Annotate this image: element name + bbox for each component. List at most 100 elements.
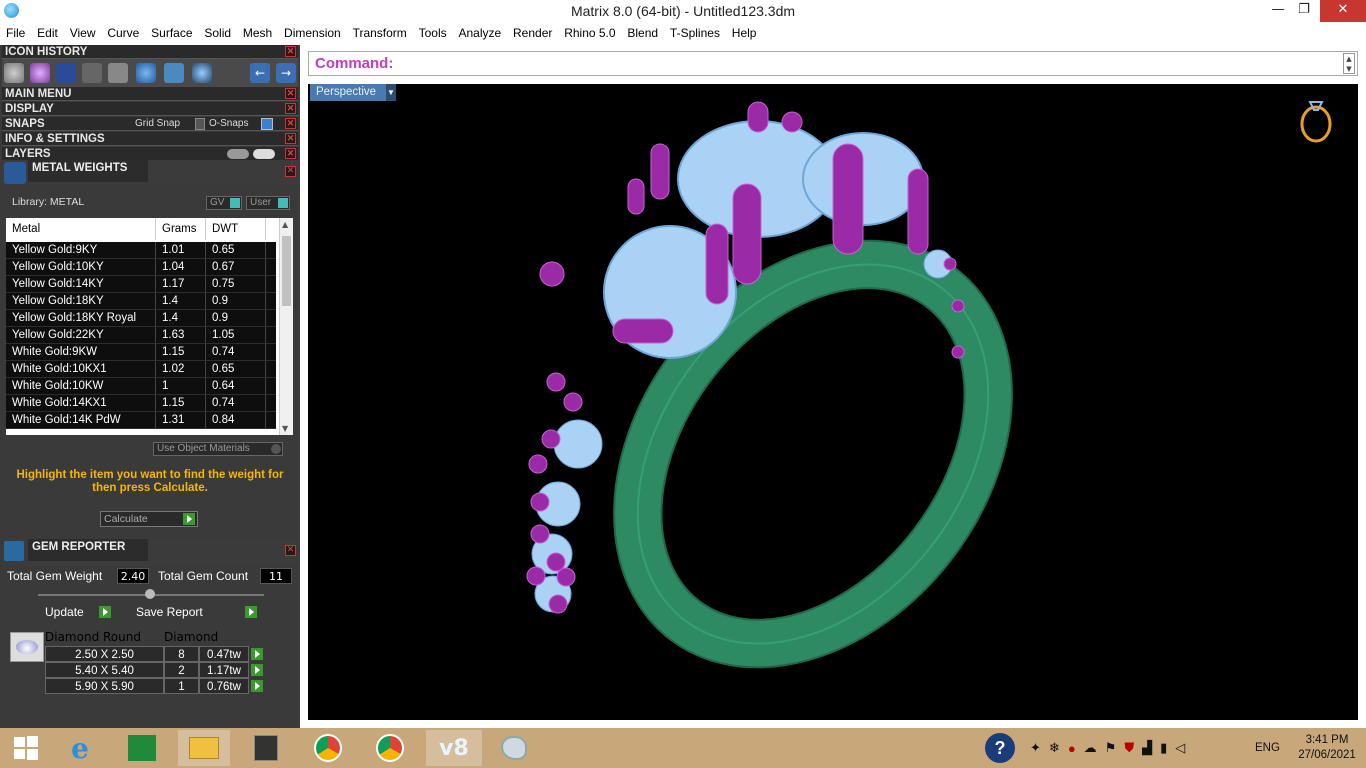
play-icon[interactable] xyxy=(251,680,263,692)
signal-icon[interactable]: ▟ xyxy=(1142,740,1152,756)
restore-button[interactable]: ❐ xyxy=(1290,0,1318,22)
col-grams[interactable]: Grams xyxy=(156,218,206,240)
close-icon[interactable]: ✕ xyxy=(285,46,296,57)
metal-weights-icon[interactable] xyxy=(136,63,156,83)
close-window-button[interactable]: ✕ xyxy=(1320,0,1366,22)
table-row[interactable]: Yellow Gold:10KY 1.04 0.67 xyxy=(6,259,276,276)
command-bar[interactable]: Command: ▲ ▼ xyxy=(308,51,1358,76)
close-icon[interactable]: ✕ xyxy=(285,133,296,144)
gem-reporter-icon[interactable] xyxy=(164,63,184,83)
menu-edit[interactable]: Edit xyxy=(33,22,62,40)
display-header[interactable]: DISPLAY ✕ xyxy=(2,102,298,116)
layer-visibility-icon[interactable] xyxy=(227,149,249,159)
table-row[interactable]: White Gold:10KW 1 0.64 xyxy=(6,378,276,395)
matrix-v8-icon[interactable]: v8 xyxy=(426,730,482,766)
scroll-up-icon[interactable]: ▲ xyxy=(282,220,288,229)
menu-rhino5[interactable]: Rhino 5.0 xyxy=(560,22,619,40)
table-row[interactable]: White Gold:10KX1 1.02 0.65 xyxy=(6,361,276,378)
gem-row[interactable]: 2.50 X 2.50 8 0.47tw xyxy=(45,646,267,662)
curve-tool-icon[interactable] xyxy=(4,63,24,83)
play-icon[interactable] xyxy=(251,648,263,660)
update-button[interactable]: Update xyxy=(43,604,113,620)
calculate-button[interactable]: Calculate xyxy=(100,511,198,527)
windows-start-icon[interactable] xyxy=(0,730,52,766)
menu-help[interactable]: Help xyxy=(728,22,761,40)
bluetooth-icon[interactable]: ✦ xyxy=(1030,740,1041,756)
table-row[interactable]: Yellow Gold:14KY 1.17 0.75 xyxy=(6,276,276,293)
menu-surface[interactable]: Surface xyxy=(147,22,196,40)
col-metal[interactable]: Metal xyxy=(6,218,156,240)
transform-icon[interactable] xyxy=(82,63,102,83)
close-icon[interactable]: ✕ xyxy=(285,88,296,99)
eye-icon[interactable] xyxy=(253,149,275,159)
store-icon[interactable] xyxy=(116,730,168,766)
battery-icon[interactable]: ▮ xyxy=(1160,740,1167,756)
close-icon[interactable]: ✕ xyxy=(285,545,296,556)
gv-toggle[interactable]: GV xyxy=(206,196,242,210)
file-explorer-icon[interactable] xyxy=(178,730,230,766)
scroll-down-icon[interactable]: ▼ xyxy=(282,424,288,433)
menu-tools[interactable]: Tools xyxy=(415,22,451,40)
table-row[interactable]: Yellow Gold:18KY 1.4 0.9 xyxy=(6,293,276,310)
gem-tool-icon[interactable] xyxy=(30,63,50,83)
menu-file[interactable]: File xyxy=(0,22,29,40)
gem-slider-thumb[interactable] xyxy=(145,589,155,599)
minimize-button[interactable]: — xyxy=(1264,0,1292,22)
menu-curve[interactable]: Curve xyxy=(103,22,143,40)
col-dwt[interactable]: DWT xyxy=(206,218,266,240)
render-icon[interactable] xyxy=(192,63,212,83)
gem-row[interactable]: 5.90 X 5.90 1 0.76tw xyxy=(45,678,267,694)
play-icon[interactable] xyxy=(251,664,263,676)
table-row[interactable]: White Gold:14KX1 1.15 0.74 xyxy=(6,395,276,412)
layers-header[interactable]: LAYERS ✕ xyxy=(2,147,298,161)
command-spinner-icon[interactable]: ▲ ▼ xyxy=(1343,53,1355,74)
menu-view[interactable]: View xyxy=(66,22,100,40)
snaps-header[interactable]: SNAPS Grid Snap O-Snaps ✕ xyxy=(2,117,298,131)
clock[interactable]: 3:41 PM 27/06/2021 xyxy=(1292,728,1362,768)
table-row[interactable]: White Gold:14K PdW 1.31 0.84 xyxy=(6,412,276,429)
menu-blend[interactable]: Blend xyxy=(623,22,662,40)
menu-mesh[interactable]: Mesh xyxy=(239,22,276,40)
beats-icon[interactable]: ● xyxy=(1068,741,1076,756)
grid-snap-toggle[interactable] xyxy=(195,118,205,130)
scroll-thumb[interactable] xyxy=(282,236,291,306)
menu-analyze[interactable]: Analyze xyxy=(454,22,505,40)
close-icon[interactable]: ✕ xyxy=(285,148,296,159)
back-arrow-icon[interactable]: ← xyxy=(250,63,270,83)
forward-arrow-icon[interactable]: → xyxy=(276,63,296,83)
internet-explorer-icon[interactable]: e xyxy=(54,730,106,766)
system-tray-icons[interactable]: ✦ ❄ ● ☁ ⚑ ⛊ ▟ ▮ ◁ xyxy=(1030,728,1250,768)
chrome-icon-2[interactable] xyxy=(364,730,416,766)
volume-icon[interactable]: ◁ xyxy=(1175,740,1185,756)
menu-transform[interactable]: Transform xyxy=(349,22,411,40)
save-report-button[interactable]: Save Report xyxy=(133,604,259,620)
use-object-materials-toggle[interactable]: Use Object Materials xyxy=(153,442,283,456)
close-icon[interactable]: ✕ xyxy=(285,118,296,129)
save-icon[interactable] xyxy=(56,63,76,83)
main-menu-header[interactable]: MAIN MENU ✕ xyxy=(2,87,298,101)
metal-table-scrollbar[interactable]: ▲ ▼ xyxy=(279,218,293,435)
user-toggle[interactable]: User xyxy=(246,196,290,210)
cloud-icon[interactable]: ☁ xyxy=(1084,740,1097,756)
language-indicator[interactable]: ENG xyxy=(1255,728,1280,768)
close-icon[interactable]: ✕ xyxy=(285,166,296,177)
copy-icon[interactable] xyxy=(108,63,128,83)
close-icon[interactable]: ✕ xyxy=(285,103,296,114)
menu-solid[interactable]: Solid xyxy=(200,22,235,40)
osnaps-toggle[interactable] xyxy=(261,118,273,130)
gem-row[interactable]: 5.40 X 5.40 2 1.17tw xyxy=(45,662,267,678)
menu-tsplines[interactable]: T-Splines xyxy=(666,22,724,40)
table-row[interactable]: Yellow Gold:9KY 1.01 0.65 xyxy=(6,242,276,259)
paint-icon[interactable] xyxy=(488,730,540,766)
info-settings-header[interactable]: INFO & SETTINGS ✕ xyxy=(2,132,298,146)
table-row[interactable]: Yellow Gold:18KY Royal 1.4 0.9 xyxy=(6,310,276,327)
menu-dimension[interactable]: Dimension xyxy=(280,22,345,40)
perspective-viewport[interactable]: Perspective ▼ xyxy=(308,84,1358,720)
help-icon[interactable]: ? xyxy=(985,728,1025,768)
flag-icon[interactable]: ⚑ xyxy=(1105,740,1117,756)
chrome-icon[interactable] xyxy=(302,730,354,766)
snowflake-icon[interactable]: ❄ xyxy=(1049,740,1060,756)
table-row[interactable]: White Gold:9KW 1.15 0.74 xyxy=(6,344,276,361)
menu-render[interactable]: Render xyxy=(509,22,556,40)
matrix-taskbar-icon[interactable] xyxy=(240,730,292,766)
